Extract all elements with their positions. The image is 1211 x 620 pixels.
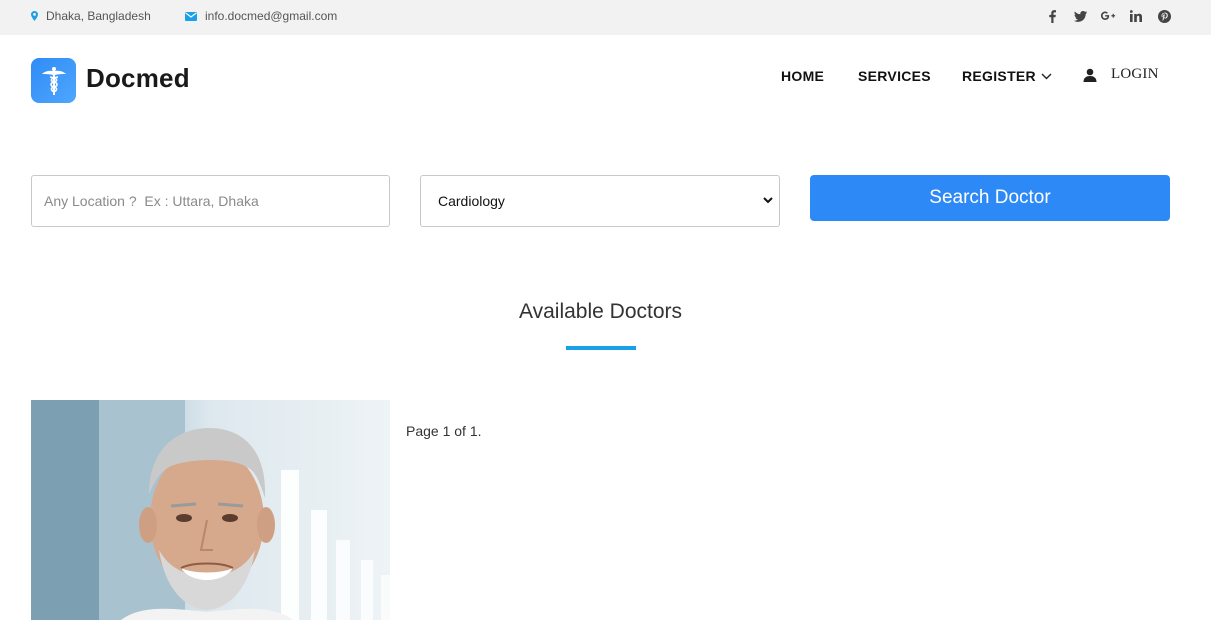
nav-services[interactable]: SERVICES xyxy=(858,68,931,84)
linkedin-icon[interactable] xyxy=(1128,8,1144,24)
top-bar: Dhaka, Bangladesh info.docmed@gmail.com xyxy=(0,0,1211,35)
brand-name[interactable]: Docmed xyxy=(86,63,190,94)
map-pin-icon xyxy=(31,11,38,21)
specialty-select[interactable]: Cardiology xyxy=(420,175,780,227)
envelope-icon xyxy=(185,11,197,21)
nav-home[interactable]: HOME xyxy=(781,68,824,84)
twitter-icon[interactable] xyxy=(1072,8,1088,24)
nav-register[interactable]: REGISTER xyxy=(962,68,1052,84)
chevron-down-icon xyxy=(763,197,773,204)
email-info[interactable]: info.docmed@gmail.com xyxy=(185,9,337,23)
logo-mark[interactable] xyxy=(31,58,76,103)
location-text: Dhaka, Bangladesh xyxy=(46,9,151,23)
caduceus-icon xyxy=(41,66,66,95)
email-text: info.docmed@gmail.com xyxy=(205,9,338,23)
specialty-selected-value: Cardiology xyxy=(438,193,505,209)
facebook-icon[interactable] xyxy=(1044,8,1060,24)
nav-register-label: REGISTER xyxy=(962,68,1036,84)
pinterest-icon[interactable] xyxy=(1156,8,1172,24)
doctor-photo[interactable] xyxy=(31,400,390,620)
chevron-down-icon xyxy=(1041,73,1052,79)
nav-login[interactable]: LOGIN xyxy=(1083,66,1159,83)
social-links xyxy=(1032,8,1172,24)
nav-login-label: LOGIN xyxy=(1111,66,1159,82)
google-plus-icon[interactable] xyxy=(1100,8,1116,24)
user-icon xyxy=(1083,68,1097,82)
title-underline xyxy=(566,346,636,350)
pagination-info: Page 1 of 1. xyxy=(406,423,482,439)
location-info: Dhaka, Bangladesh xyxy=(31,9,151,23)
search-doctor-button[interactable]: Search Doctor xyxy=(810,175,1170,221)
location-search-input[interactable] xyxy=(31,175,390,227)
section-title: Available Doctors xyxy=(518,300,683,323)
